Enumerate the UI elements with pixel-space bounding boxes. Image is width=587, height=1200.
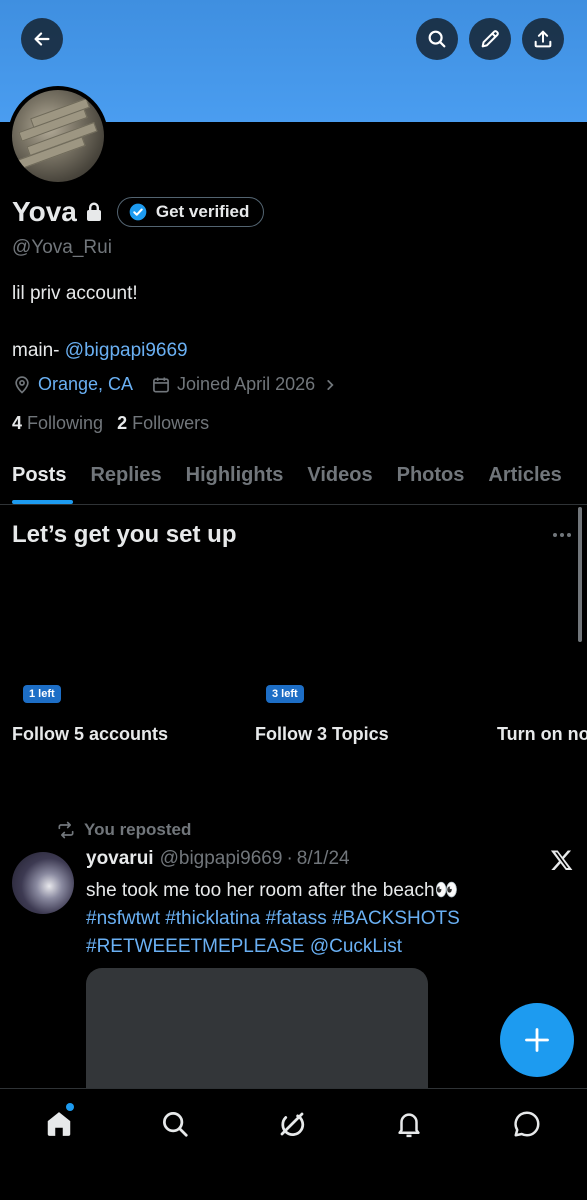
nav-messages[interactable] (510, 1107, 544, 1141)
post-hashtags-line1[interactable]: #nsfwtwt #thicklatina #fatass #BACKSHOTS (86, 905, 556, 933)
search-button[interactable] (416, 18, 458, 60)
remaining-badge: 3 left (266, 685, 304, 703)
post-text: she took me too her room after the beach… (86, 880, 459, 901)
tab-photos[interactable]: Photos (385, 446, 477, 504)
post-media[interactable] (86, 968, 428, 1098)
home-icon (47, 1112, 71, 1136)
location-text[interactable]: Orange, CA (38, 374, 133, 395)
nav-grok[interactable] (275, 1107, 309, 1141)
notifications-icon (398, 1113, 420, 1138)
search-icon (428, 30, 446, 48)
share-button[interactable] (522, 18, 564, 60)
bio-line: lil priv account! (12, 283, 138, 304)
setup-card-follow-topics[interactable]: Follow 3 Topics (255, 724, 389, 745)
post-header: yovarui @bigpapi9669 · 8/1/24 (86, 848, 350, 870)
nav-notifications[interactable] (392, 1107, 426, 1141)
following-count: 4 (12, 413, 23, 433)
bio-mention-link[interactable]: @bigpapi9669 (65, 340, 188, 361)
nav-search[interactable] (158, 1107, 192, 1141)
repost-label: You reposted (84, 820, 192, 839)
profile-name-row: Yova Get verified (12, 196, 265, 228)
following-label: Following (27, 413, 104, 433)
followers-link[interactable]: 2 Followers (117, 413, 209, 434)
back-button[interactable] (21, 18, 63, 60)
profile-handle: @Yova_Rui (12, 237, 112, 258)
setup-card-notifications[interactable]: Turn on no (497, 724, 587, 745)
setup-card-badge: 3 left (266, 684, 304, 703)
more-options-icon[interactable] (552, 528, 572, 542)
post-separator: · (286, 848, 293, 869)
share-icon (534, 30, 552, 48)
profile-avatar[interactable] (8, 86, 108, 186)
tab-highlights[interactable]: Highlights (174, 446, 296, 504)
repost-indicator: You reposted (56, 820, 191, 840)
tab-articles[interactable]: Articles (476, 446, 573, 504)
avatar-image (12, 90, 104, 182)
followers-label: Followers (132, 413, 210, 433)
joined-text: Joined April 2026 (177, 374, 316, 394)
profile-meta: Orange, CA Joined April 2026 (12, 374, 355, 395)
follow-stats: 4 Following 2 Followers (12, 413, 223, 434)
remaining-badge: 1 left (23, 685, 61, 703)
post-date[interactable]: 8/1/24 (297, 848, 350, 870)
plus-icon (525, 1028, 549, 1052)
bottom-navigation (0, 1088, 587, 1200)
back-arrow-icon (34, 32, 50, 46)
following-link[interactable]: 4 Following (12, 413, 103, 434)
scrollbar[interactable] (578, 507, 582, 642)
chevron-right-icon (327, 379, 334, 390)
location-item[interactable]: Orange, CA (12, 374, 133, 395)
x-logo-icon (550, 850, 573, 870)
messages-icon (514, 1111, 540, 1137)
notification-dot (66, 1103, 74, 1111)
setup-card-follow-accounts[interactable]: Follow 5 accounts (12, 724, 168, 745)
search-icon (163, 1112, 188, 1137)
post-author-name[interactable]: yovarui (86, 848, 154, 870)
setup-title: Let’s get you set up (12, 521, 237, 548)
edit-pencil-icon (481, 30, 499, 48)
tab-replies[interactable]: Replies (78, 446, 173, 504)
profile-tabs: Posts Replies Highlights Videos Photos A… (0, 446, 587, 505)
post-author-avatar[interactable] (12, 852, 74, 914)
followers-count: 2 (117, 413, 128, 433)
setup-card-badge: 1 left (23, 684, 61, 703)
repost-icon (58, 821, 74, 839)
nav-home[interactable] (42, 1107, 76, 1141)
get-verified-button[interactable]: Get verified (116, 197, 265, 227)
location-pin-icon (15, 375, 29, 394)
lock-icon (86, 202, 101, 221)
tab-videos[interactable]: Videos (295, 446, 384, 504)
post-author-handle[interactable]: @bigpapi9669 (160, 848, 283, 870)
calendar-icon (153, 377, 169, 392)
verified-badge-icon (129, 203, 147, 221)
tab-posts[interactable]: Posts (0, 446, 78, 504)
post-body: she took me too her room after the beach… (86, 877, 556, 961)
bio-prefix: main- (12, 340, 65, 361)
get-verified-label: Get verified (155, 202, 250, 221)
bio-main-line: main- @bigpapi9669 (12, 340, 188, 362)
profile-name: Yova (12, 196, 77, 227)
edit-profile-button[interactable] (469, 18, 511, 60)
compose-button[interactable] (500, 1003, 574, 1077)
grok-icon (280, 1112, 305, 1136)
joined-item[interactable]: Joined April 2026 (151, 374, 337, 395)
post-hashtags-line2[interactable]: #RETWEEETMEPLEASE @CuckList (86, 933, 556, 961)
